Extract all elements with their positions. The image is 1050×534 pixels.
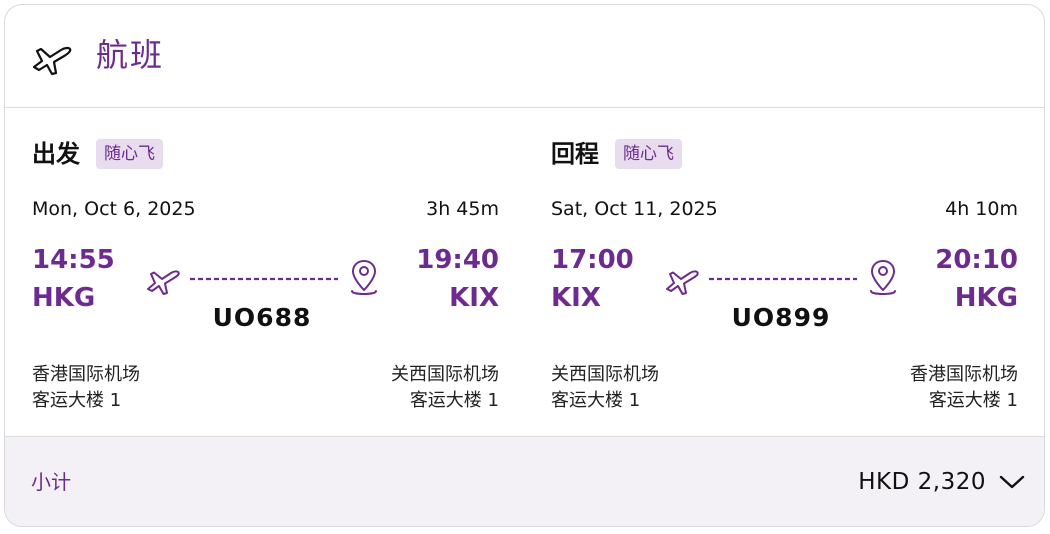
route-line (666, 259, 896, 295)
fare-badge: 随心飞 (615, 139, 682, 169)
departure-airport-name: 香港国际机场 (32, 364, 140, 385)
departure-terminal: 客运大楼 1 (32, 390, 122, 411)
departure-terminal: 客运大楼 1 (551, 390, 641, 411)
flight-date: Sat, Oct 11, 2025 (551, 198, 718, 220)
arrival-airport-name: 香港国际机场 (910, 364, 1018, 385)
flight-number: UO688 (212, 303, 312, 332)
plane-icon (147, 270, 180, 295)
plane-icon (666, 270, 699, 295)
chevron-down-icon[interactable] (999, 471, 1025, 493)
flight-summary-card: 航班 出发 随心飞 Mon, Oct 6, 2025 3h 45m 14:55 … (4, 4, 1045, 527)
flight-duration: 3h 45m (426, 198, 499, 220)
return-leg: 回程 随心飞 Sat, Oct 11, 2025 4h 10m 17:00 KI… (551, 107, 1018, 437)
arrival-airport-name: 关西国际机场 (391, 364, 499, 385)
subtotal-bar[interactable]: 小计 HKD 2,320 (5, 436, 1044, 526)
location-pin-icon (870, 259, 896, 295)
arrival-airport-code: KIX (449, 283, 499, 313)
departure-airport-name: 关西国际机场 (551, 364, 659, 385)
arrival-time: 19:40 (416, 245, 499, 275)
leg-title: 回程 (551, 140, 599, 168)
departure-time: 17:00 (551, 245, 634, 275)
flight-number: UO899 (731, 303, 831, 332)
fare-badge: 随心飞 (96, 139, 163, 169)
leg-title: 出发 (32, 140, 80, 168)
arrival-terminal: 客运大楼 1 (409, 390, 499, 411)
flight-date: Mon, Oct 6, 2025 (32, 198, 196, 220)
card-header: 航班 (5, 5, 1044, 108)
location-pin-icon (351, 259, 377, 295)
page-title: 航班 (96, 36, 165, 74)
route-line (147, 259, 377, 295)
arrival-terminal: 客运大楼 1 (928, 390, 1018, 411)
arrival-time: 20:10 (935, 245, 1018, 275)
departure-airport-code: HKG (32, 283, 96, 313)
departure-time: 14:55 (32, 245, 115, 275)
flight-duration: 4h 10m (945, 198, 1018, 220)
subtotal-label: 小计 (31, 470, 71, 494)
arrival-airport-code: HKG (954, 283, 1018, 313)
subtotal-amount: HKD 2,320 (858, 469, 986, 495)
plane-icon (32, 46, 72, 76)
outbound-leg: 出发 随心飞 Mon, Oct 6, 2025 3h 45m 14:55 HKG… (32, 107, 499, 437)
departure-airport-code: KIX (551, 283, 601, 313)
